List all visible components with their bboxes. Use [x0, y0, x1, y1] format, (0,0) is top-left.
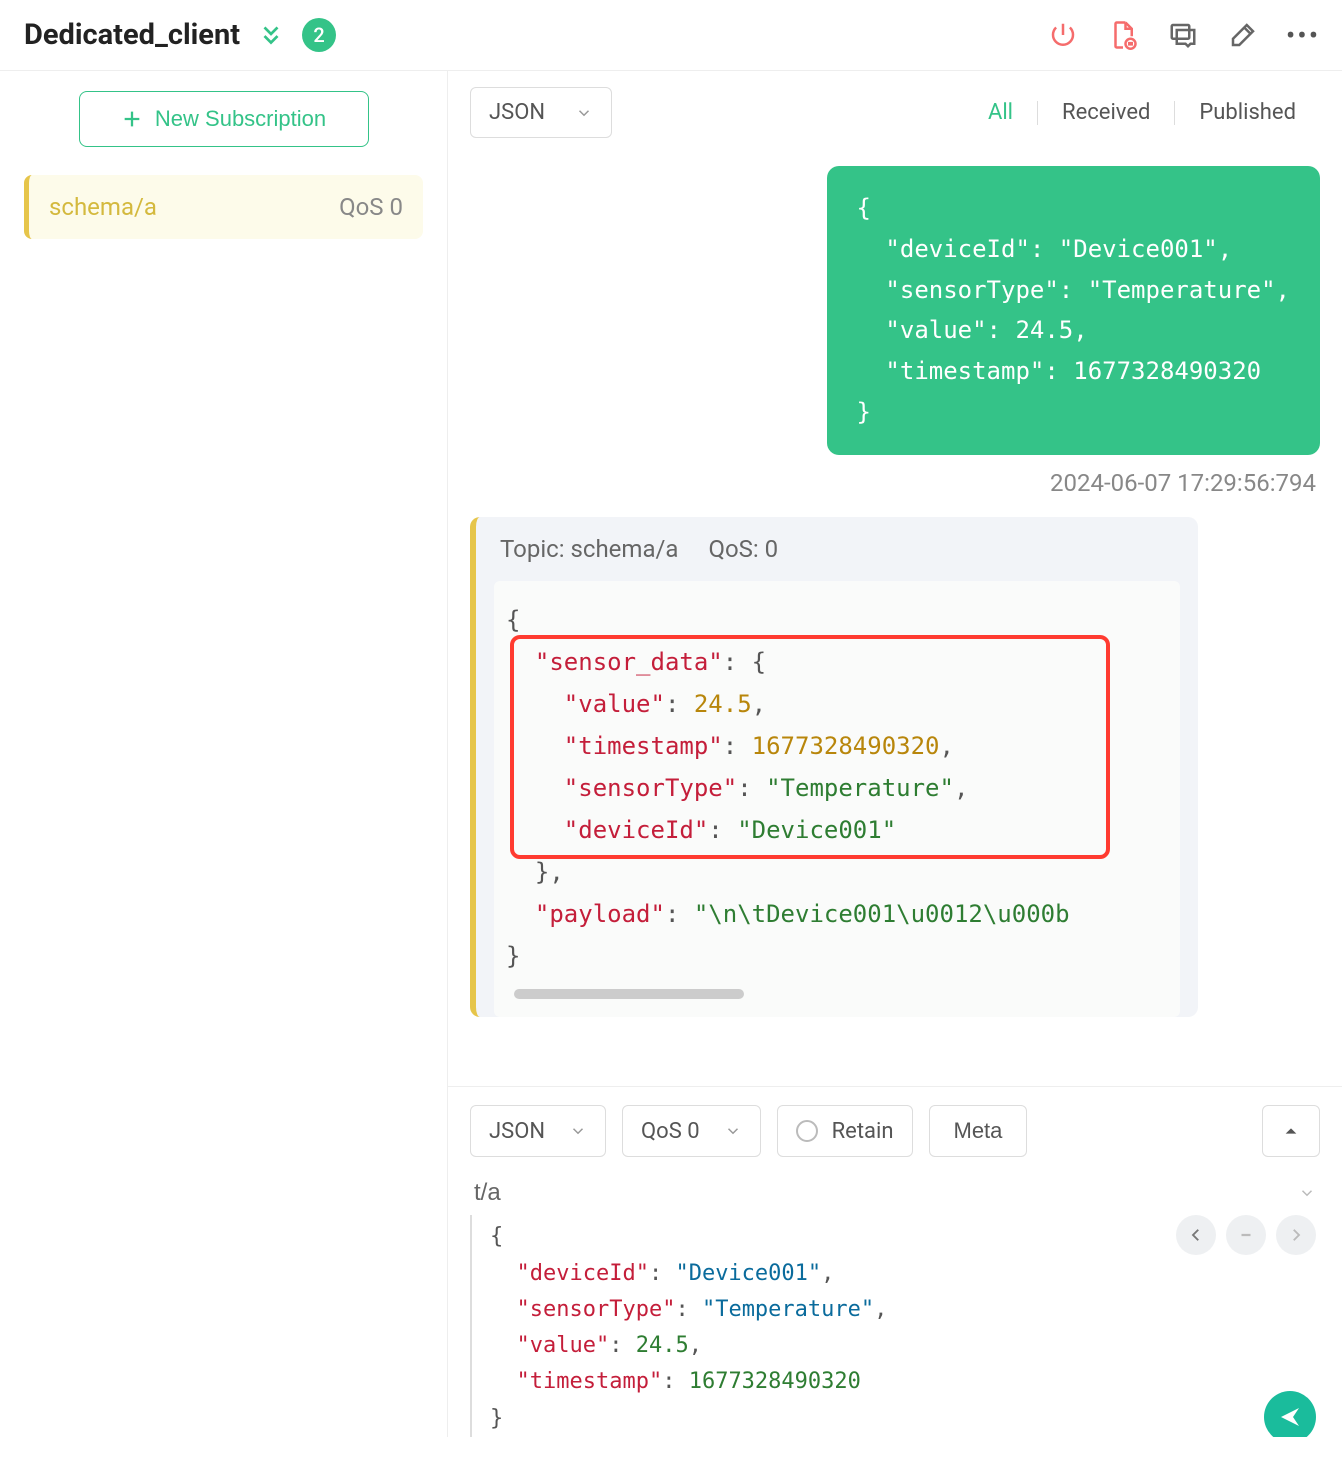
content-header: JSON All Received Published [448, 71, 1342, 154]
sent-message-body: { "deviceId": "Device001", "sensorType":… [827, 166, 1320, 455]
content: JSON All Received Published { "deviceId"… [448, 71, 1342, 1437]
composer-qos-select[interactable]: QoS 0 [622, 1105, 761, 1157]
chevron-double-down-icon[interactable] [258, 22, 284, 48]
subscription-topic: schema/a [49, 193, 157, 221]
edit-icon[interactable] [1228, 20, 1258, 50]
message-filter-tabs: All Received Published [964, 100, 1320, 125]
more-icon[interactable]: ••• [1288, 20, 1318, 50]
chevron-down-icon [569, 1122, 587, 1140]
editor-wrap: { "deviceId": "Device001", "sensorType":… [470, 1215, 1320, 1437]
header-bar: Dedicated_client 2 ••• [0, 0, 1342, 71]
topic-row [470, 1171, 1320, 1215]
meta-button[interactable]: Meta [929, 1105, 1028, 1157]
power-icon[interactable] [1048, 20, 1078, 50]
message-list: { "deviceId": "Device001", "sensorType":… [448, 154, 1342, 1086]
tab-published[interactable]: Published [1175, 100, 1320, 125]
history-middle-button[interactable] [1226, 1215, 1266, 1255]
subscription-qos: QoS 0 [339, 193, 403, 221]
chevron-down-icon[interactable] [1298, 1184, 1316, 1202]
main: New Subscription schema/a QoS 0 JSON All… [0, 71, 1342, 1437]
history-nav [1176, 1215, 1316, 1255]
composer-format-select[interactable]: JSON [470, 1105, 606, 1157]
received-message-meta: Topic: schema/a QoS: 0 [476, 517, 1198, 581]
recv-qos: QoS: 0 [708, 535, 778, 563]
tab-received[interactable]: Received [1038, 100, 1174, 125]
plus-icon [121, 108, 143, 130]
retain-toggle[interactable]: Retain [777, 1105, 913, 1157]
format-select[interactable]: JSON [470, 87, 612, 138]
send-icon [1278, 1405, 1302, 1429]
new-subscription-label: New Subscription [155, 106, 326, 132]
header-left: Dedicated_client 2 [24, 18, 336, 52]
sent-message-timestamp: 2024-06-07 17:29:56:794 [474, 469, 1316, 497]
chat-icon[interactable] [1168, 20, 1198, 50]
received-message-body: { "sensor_data": { "value": 24.5, "times… [494, 581, 1180, 1017]
client-title: Dedicated_client [24, 18, 240, 52]
recv-topic: Topic: schema/a [500, 535, 678, 563]
sidebar: New Subscription schema/a QoS 0 [0, 71, 448, 1437]
history-forward-button[interactable] [1276, 1215, 1316, 1255]
collapse-button[interactable] [1262, 1105, 1320, 1157]
composer-controls: JSON QoS 0 Retain Meta [470, 1105, 1320, 1157]
horizontal-scrollbar[interactable] [514, 989, 744, 999]
connection-count-badge: 2 [302, 18, 336, 52]
topic-input[interactable] [474, 1179, 1298, 1207]
composer: JSON QoS 0 Retain Meta [448, 1086, 1342, 1437]
format-select-label: JSON [489, 100, 545, 125]
sent-message: { "deviceId": "Device001", "sensorType":… [470, 166, 1320, 455]
new-subscription-button[interactable]: New Subscription [79, 91, 369, 147]
caret-up-icon [1283, 1123, 1299, 1139]
history-back-button[interactable] [1176, 1215, 1216, 1255]
header-actions: ••• [1048, 20, 1318, 50]
subscription-item[interactable]: schema/a QoS 0 [24, 175, 423, 239]
radio-icon [796, 1120, 818, 1142]
send-button[interactable] [1264, 1391, 1316, 1437]
received-message: Topic: schema/a QoS: 0 { "sensor_data": … [470, 517, 1198, 1017]
tab-all[interactable]: All [964, 100, 1037, 125]
chevron-down-icon [724, 1122, 742, 1140]
chevron-down-icon [575, 104, 593, 122]
file-pause-icon[interactable] [1108, 20, 1138, 50]
